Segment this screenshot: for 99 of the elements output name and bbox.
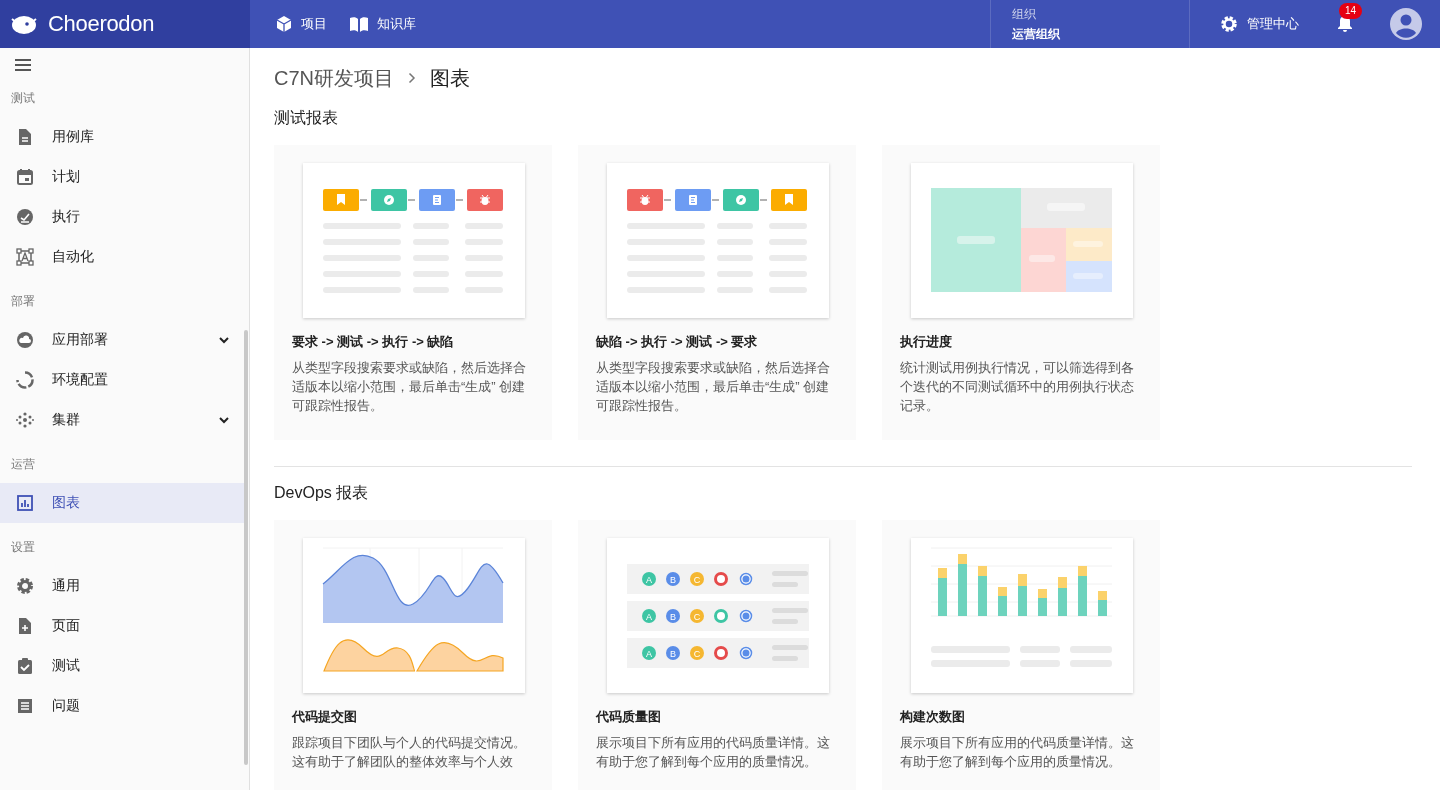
report-preview-card[interactable] xyxy=(911,538,1133,693)
connector-line xyxy=(711,199,720,201)
report-description: 统计测试用例执行情况，可以筛选得到各个迭代的不同测试循环中的用例执行状态记录。 xyxy=(900,359,1135,415)
chart-bar xyxy=(1098,591,1107,616)
chart-bar xyxy=(1038,589,1047,616)
section-title: 测试报表 xyxy=(274,108,339,128)
grade-badge: C xyxy=(690,646,704,660)
bookmark-icon xyxy=(771,189,807,211)
bug-icon xyxy=(627,189,663,211)
report-title[interactable]: 要求 -> 测试 -> 执行 -> 缺陷 xyxy=(292,333,527,351)
compass-icon xyxy=(723,189,759,211)
org-selector[interactable]: 运营组织 xyxy=(1012,26,1168,43)
report-preview-card[interactable] xyxy=(911,163,1133,318)
chart-bar xyxy=(1058,577,1067,616)
brand-name: Choerodon xyxy=(48,11,155,37)
bar-chart-icon xyxy=(16,494,34,512)
sidebar-item[interactable]: 用例库 xyxy=(0,117,245,157)
bookmark-icon xyxy=(323,189,359,211)
connector-line xyxy=(663,199,672,201)
grade-badge: C xyxy=(690,609,704,623)
sidebar-item[interactable]: 页面 xyxy=(0,606,245,646)
list-icon xyxy=(16,697,34,715)
text-lines-drawing xyxy=(772,571,808,587)
status-rings-drawing xyxy=(714,572,753,586)
chevron-down-icon xyxy=(219,416,229,424)
grade-badge: A xyxy=(642,609,656,623)
text-lines-drawing xyxy=(772,645,808,661)
status-rings-drawing xyxy=(714,646,753,660)
report-title[interactable]: 代码质量图 xyxy=(596,708,831,726)
avatar-icon xyxy=(1390,8,1422,40)
text-lines-drawing xyxy=(772,608,808,624)
grade-badge: B xyxy=(666,572,680,586)
chart-bar xyxy=(1078,566,1087,616)
chart-bar xyxy=(1018,574,1027,616)
nav-item[interactable]: 知识库 xyxy=(349,15,416,33)
report-title[interactable]: 代码提交图 xyxy=(292,708,527,726)
cloud-icon xyxy=(16,331,34,349)
menu-icon xyxy=(14,58,32,72)
grade-badge: B xyxy=(666,609,680,623)
sidebar-item[interactable]: 自动化 xyxy=(0,237,245,277)
menu-group-title: 运营 xyxy=(10,456,36,473)
sidebar-item[interactable]: 环境配置 xyxy=(0,360,245,400)
grade-badge: A xyxy=(642,572,656,586)
sidebar-item[interactable]: 通用 xyxy=(0,566,245,606)
connector-line xyxy=(455,199,464,201)
chevron-down-icon xyxy=(219,336,229,344)
book-icon xyxy=(349,15,369,33)
connector-line xyxy=(359,199,368,201)
compass-icon xyxy=(371,189,407,211)
report-description: 跟踪项目下团队与个人的代码提交情况。这有助于了解团队的整体效率与个人效 xyxy=(292,734,527,771)
gear-icon xyxy=(16,577,34,595)
admin-center-button[interactable]: 管理中心 xyxy=(1220,15,1299,33)
cube-icon xyxy=(275,15,293,33)
report-title[interactable]: 执行进度 xyxy=(900,333,1135,351)
gear-icon xyxy=(1220,15,1238,33)
report-preview-card[interactable] xyxy=(303,538,525,693)
report-description: 展示项目下所有应用的代码质量详情。这有助于您了解到每个应用的质量情况。 xyxy=(900,734,1135,771)
report-description: 从类型字段搜索要求或缺陷，然后选择合适版本以缩小范围，最后单击“生成” 创建可跟踪性报告。 xyxy=(596,359,831,415)
document-icon xyxy=(419,189,455,211)
check-circle-icon xyxy=(16,208,34,226)
sidebar-item[interactable]: 图表 xyxy=(0,483,245,523)
dots-icon xyxy=(16,411,34,429)
fish-logo-icon xyxy=(10,13,38,35)
document-icon xyxy=(16,128,34,146)
chart-bar xyxy=(958,554,967,616)
nav-item[interactable]: 项目 xyxy=(275,15,327,33)
grade-badge: C xyxy=(690,572,704,586)
menu-group-title: 测试 xyxy=(10,90,36,107)
notification-badge: 14 xyxy=(1339,3,1363,19)
document-icon xyxy=(675,189,711,211)
report-description: 从类型字段搜索要求或缺陷，然后选择合适版本以缩小范围，最后单击“生成” 创建可跟踪性报告。 xyxy=(292,359,527,415)
chart-bar xyxy=(998,587,1007,616)
ring-icon xyxy=(16,371,34,389)
report-preview-card[interactable] xyxy=(607,163,829,318)
section-title: DevOps 报表 xyxy=(274,483,370,503)
chart-bar xyxy=(978,566,987,616)
menu-group-title: 设置 xyxy=(10,539,36,556)
grade-badge: B xyxy=(666,646,680,660)
calendar-icon xyxy=(16,168,34,186)
page-add-icon xyxy=(16,617,34,635)
bug-icon xyxy=(467,189,503,211)
report-title[interactable]: 构建次数图 xyxy=(900,708,1135,726)
connector-line xyxy=(759,199,768,201)
connector-line xyxy=(407,199,416,201)
sidebar-item[interactable]: 执行 xyxy=(0,197,245,237)
grade-badge: A xyxy=(642,646,656,660)
breadcrumb-current: 图表 xyxy=(430,65,470,91)
frame-icon xyxy=(16,248,34,266)
menu-group-title: 部署 xyxy=(10,293,36,310)
status-rings-drawing xyxy=(714,609,753,623)
report-description: 展示项目下所有应用的代码质量详情。这有助于您了解到每个应用的质量情况。 xyxy=(596,734,831,771)
chevron-right-icon xyxy=(408,72,416,84)
org-label: 组织 xyxy=(1012,6,1037,23)
chart-bar xyxy=(938,568,947,616)
breadcrumb-link[interactable]: C7N研发项目 xyxy=(274,64,394,92)
report-title[interactable]: 缺陷 -> 执行 -> 测试 -> 要求 xyxy=(596,333,831,351)
clipboard-check-icon xyxy=(16,657,34,675)
sidebar-item[interactable]: 计划 xyxy=(0,157,245,197)
report-preview-card[interactable] xyxy=(303,163,525,318)
